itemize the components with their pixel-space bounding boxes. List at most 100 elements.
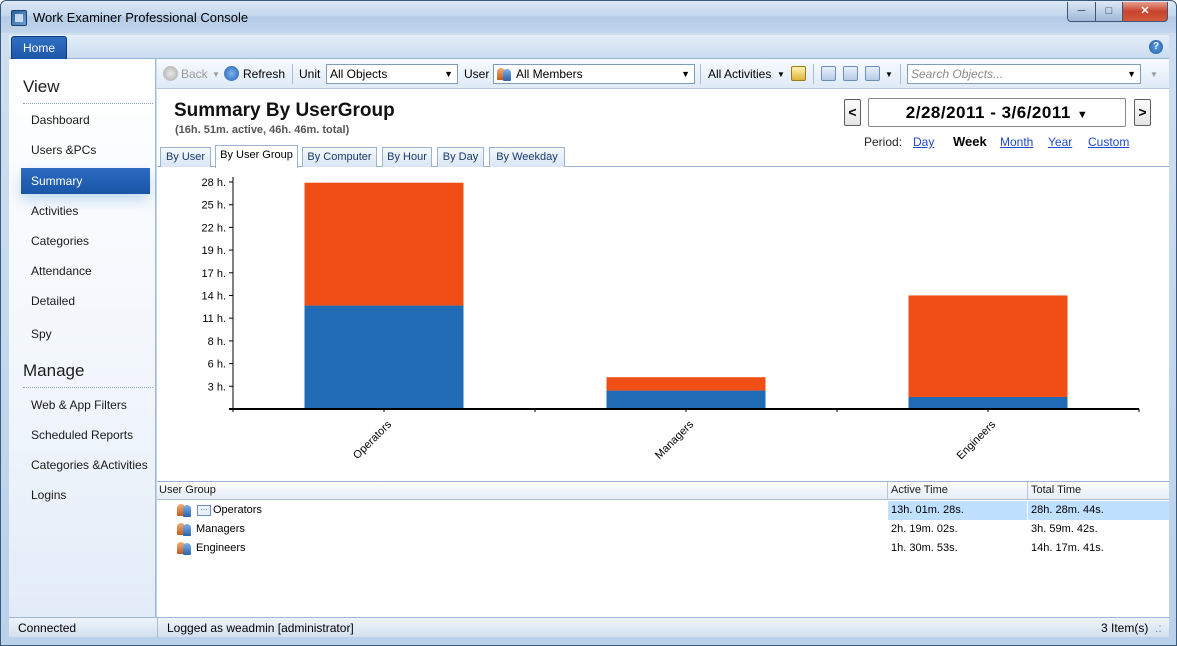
close-button[interactable]: ✕: [1122, 2, 1168, 22]
table-row[interactable]: Engineers 1h. 30m. 53s. 14h. 17m. 41s.: [157, 539, 1169, 558]
sidebar-item-attendance[interactable]: Attendance: [26, 258, 155, 284]
page-title: Summary By UserGroup: [174, 100, 395, 121]
window-title: Work Examiner Professional Console: [33, 10, 249, 25]
user-group-icon: [177, 541, 192, 555]
status-bar: Connected Logged as weadmin [administrat…: [9, 617, 1169, 638]
sidebar-item-detailed[interactable]: Detailed: [26, 288, 155, 314]
column-separator: [1027, 482, 1028, 500]
prev-period-button[interactable]: <: [844, 99, 861, 126]
bar-remaining-segment: [908, 295, 1068, 398]
column-header-active-time[interactable]: Active Time: [891, 484, 948, 496]
sidebar-item-spy[interactable]: Spy: [26, 321, 155, 347]
chevron-down-icon: ▼: [1076, 109, 1089, 121]
bar-remaining-segment: [304, 182, 464, 306]
summary-grid: User Group Active Time Total Time ··· Op…: [157, 481, 1169, 618]
sidebar-view-header: View: [23, 77, 60, 96]
back-button[interactable]: Back: [181, 67, 208, 81]
toolbar-separator: [700, 64, 701, 84]
sidebar-item-dashboard[interactable]: Dashboard: [26, 107, 155, 133]
refresh-icon: [224, 66, 239, 81]
table-row[interactable]: ··· Operators 13h. 01m. 28s. 28h. 28m. 4…: [157, 501, 1169, 520]
refresh-button[interactable]: Refresh: [243, 67, 285, 81]
chevron-down-icon: ▼: [444, 69, 453, 79]
unit-label: Unit: [299, 67, 321, 81]
sidebar-item-users-pcs[interactable]: Users &PCs: [26, 137, 155, 163]
sidebar-item-categories-activities[interactable]: Categories &Activities: [26, 452, 155, 478]
tab-by-user[interactable]: By User: [160, 147, 211, 167]
cell-total-time: 3h. 59m. 42s.: [1031, 523, 1098, 535]
y-tick-label: 22 h.: [202, 222, 226, 234]
toolbar-separator: [813, 64, 814, 84]
y-tick-label: 11 h.: [202, 313, 226, 325]
x-tick-label: Engineers: [955, 418, 999, 462]
help-icon[interactable]: ?: [1149, 40, 1163, 54]
cell-total-time: 14h. 17m. 41s.: [1031, 542, 1104, 554]
back-arrow-icon: [163, 66, 178, 81]
next-period-button[interactable]: >: [1134, 99, 1151, 126]
user-group-icon: [497, 67, 512, 81]
login-status: Logged as weadmin [administrator]: [167, 621, 354, 635]
user-label: User: [464, 67, 490, 81]
y-tick-label: 14 h.: [202, 290, 226, 302]
back-dropdown-icon[interactable]: ▼: [212, 70, 220, 79]
expand-icon[interactable]: ···: [197, 505, 211, 516]
chart-options-dropdown-icon[interactable]: ▼: [885, 70, 893, 79]
tab-by-weekday[interactable]: By Weekday: [489, 147, 565, 167]
activities-dropdown-icon[interactable]: ▼: [777, 70, 785, 79]
grid-header: User Group Active Time Total Time: [157, 482, 1169, 500]
date-range-select[interactable]: 2/28/2011 - 3/6/2011 ▼: [868, 98, 1126, 127]
bar-active-segment: [304, 305, 464, 409]
toolbar-overflow-icon[interactable]: ▼: [1150, 70, 1158, 79]
toolbar-separator: [900, 64, 901, 84]
sidebar-item-summary[interactable]: Summary: [21, 168, 150, 194]
y-tick-label: 25 h.: [202, 200, 226, 212]
column-header-total-time[interactable]: Total Time: [1031, 484, 1081, 496]
sidebar-item-logins[interactable]: Logins: [26, 482, 155, 508]
cell-total-time: 28h. 28m. 44s.: [1028, 501, 1169, 520]
x-tick-label: Operators: [351, 418, 394, 461]
sidebar-divider: [23, 103, 153, 104]
sidebar: View Dashboard Users &PCs Summary Activi…: [9, 59, 156, 617]
status-separator: [157, 618, 158, 638]
maximize-button[interactable]: □: [1095, 2, 1123, 22]
user-select[interactable]: All Members ▼: [493, 64, 695, 84]
sidebar-item-scheduled-reports[interactable]: Scheduled Reports: [26, 422, 155, 448]
resize-grip-icon[interactable]: .:: [1155, 621, 1162, 635]
sidebar-manage-header: Manage: [23, 361, 85, 380]
sidebar-item-activities[interactable]: Activities: [26, 198, 155, 224]
sidebar-item-categories[interactable]: Categories: [26, 228, 155, 254]
ribbon: Home ?: [9, 35, 1169, 60]
save-icon[interactable]: [821, 66, 836, 81]
cell-active-time: 13h. 01m. 28s.: [888, 501, 1027, 520]
page-subtitle: (16h. 51m. active, 46h. 46m. total): [175, 124, 350, 136]
minimize-button[interactable]: ─: [1067, 2, 1096, 22]
export-icon[interactable]: [791, 66, 806, 81]
column-header-user-group[interactable]: User Group: [159, 484, 216, 496]
all-activities-button[interactable]: All Activities: [708, 67, 771, 81]
unit-select[interactable]: All Objects ▼: [326, 64, 458, 84]
table-row[interactable]: Managers 2h. 19m. 02s. 3h. 59m. 42s.: [157, 520, 1169, 539]
y-tick-label: 19 h.: [202, 245, 226, 257]
title-bar: Work Examiner Professional Console ─ □ ✕: [1, 1, 1176, 33]
stacked-bar-chart: 3 h. 6 h. 8 h. 11 h. 14 h. 17 h. 19 h. 22 h. 25 …: [202, 177, 1140, 462]
toolbar-separator: [292, 64, 293, 84]
summary-chart: 3 h. 6 h. 8 h. 11 h. 14 h. 17 h. 19 h. 22 h. 25 …: [157, 169, 1169, 479]
bar-remaining-segment: [606, 377, 766, 391]
main-panel: Back ▼ Refresh Unit All Objects ▼ User Al…: [157, 59, 1169, 618]
y-tick-label: 8 h.: [208, 336, 226, 348]
sidebar-item-web-app-filters[interactable]: Web & App Filters: [26, 392, 155, 418]
tab-home[interactable]: Home: [11, 36, 67, 60]
item-count: 3 Item(s): [1101, 621, 1149, 635]
tab-by-computer[interactable]: By Computer: [302, 147, 377, 167]
search-input[interactable]: Search Objects... ▼: [907, 64, 1141, 84]
x-tick-label: Managers: [653, 418, 696, 461]
user-group-icon: [177, 503, 192, 517]
print-preview-icon[interactable]: [843, 66, 858, 81]
app-window: Work Examiner Professional Console ─ □ ✕…: [0, 0, 1177, 646]
cell-group-name: Operators: [213, 504, 262, 516]
chart-options-icon[interactable]: [865, 66, 880, 81]
sidebar-divider: [23, 387, 153, 388]
tab-by-hour[interactable]: By Hour: [382, 147, 432, 167]
tab-by-user-group[interactable]: By User Group: [215, 145, 298, 168]
tab-by-day[interactable]: By Day: [437, 147, 484, 167]
